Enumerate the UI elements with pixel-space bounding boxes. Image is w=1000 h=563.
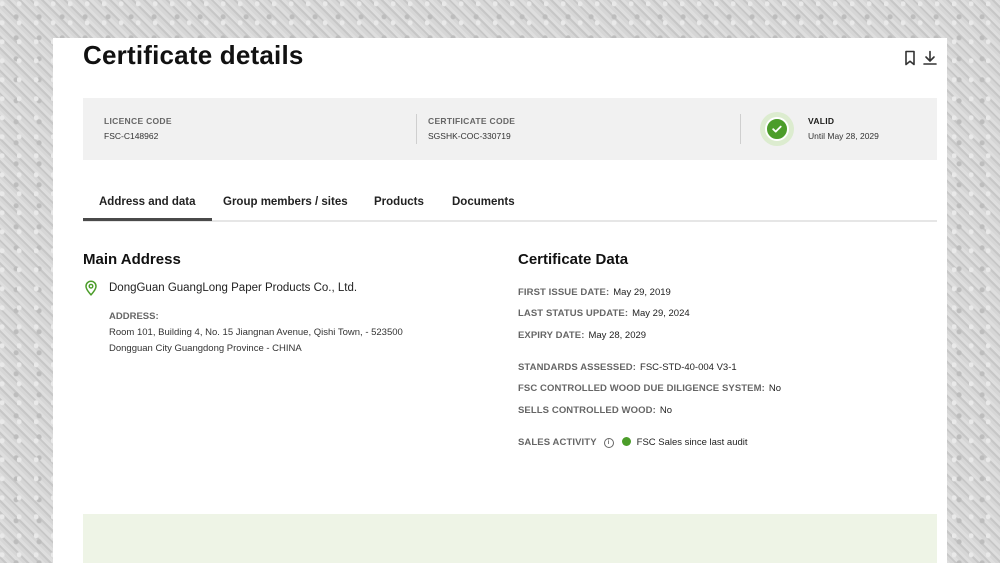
licence-code-value: FSC-C148962: [104, 131, 159, 141]
first-issue-value: May 29, 2019: [613, 287, 671, 298]
main-address-heading: Main Address: [83, 251, 181, 268]
valid-status-badge: [760, 112, 794, 146]
status-dot-icon: [621, 437, 631, 446]
check-icon: [765, 117, 789, 141]
sells-controlled-wood-value: No: [659, 405, 672, 416]
certificate-code-value: SGSHK-COC-330719: [428, 131, 511, 141]
standards-label: STANDARDS ASSESSED:: [518, 362, 637, 373]
controlled-wood-dds-label: FSC CONTROLLED WOOD DUE DILIGENCE SYSTEM…: [518, 383, 765, 394]
address-line-1: Room 101, Building 4, No. 15 Jiangnan Av…: [109, 327, 403, 338]
controlled-wood-dds-row: FSC CONTROLLED WOOD DUE DILIGENCE SYSTEM…: [518, 383, 781, 394]
page-title: Certificate details: [83, 40, 304, 70]
certificate-summary-bar: LICENCE CODE FSC-C148962 CERTIFICATE COD…: [83, 98, 937, 160]
status-until: Until May 28, 2029: [808, 131, 879, 141]
bottom-info-band: [83, 514, 937, 563]
certificate-code-label: CERTIFICATE CODE: [428, 116, 516, 126]
info-icon[interactable]: i: [603, 438, 614, 448]
certificate-card: Certificate details LICENCE CODE FSC-C14…: [53, 38, 947, 563]
last-status-label: LAST STATUS UPDATE:: [518, 308, 629, 319]
expiry-row: EXPIRY DATE: May 28, 2029: [518, 330, 646, 341]
location-pin-icon: [84, 280, 98, 296]
licence-code-label: LICENCE CODE: [104, 116, 172, 126]
summary-divider: [740, 114, 741, 144]
sells-controlled-wood-row: SELLS CONTROLLED WOOD: No: [518, 405, 672, 416]
standards-row: STANDARDS ASSESSED: FSC-STD-40-004 V3-1: [518, 362, 737, 373]
licence-code-block: LICENCE CODE FSC-C148962: [104, 116, 172, 141]
status-label: VALID: [808, 116, 835, 126]
controlled-wood-dds-value: No: [768, 383, 782, 394]
tab-address-and-data[interactable]: Address and data: [83, 196, 211, 221]
standards-value: FSC-STD-40-004 V3-1: [640, 362, 737, 373]
address-label: ADDRESS:: [109, 311, 159, 322]
expiry-value: May 28, 2029: [588, 330, 647, 341]
tab-group-members-sites[interactable]: Group members / sites: [223, 196, 348, 208]
expiry-label: EXPIRY DATE:: [518, 330, 585, 341]
download-icon[interactable]: [921, 49, 939, 67]
summary-divider: [416, 114, 417, 144]
first-issue-label: FIRST ISSUE DATE:: [518, 287, 610, 298]
sales-activity-row: SALES ACTIVITY i FSC Sales since last audi…: [518, 437, 748, 448]
company-name: DongGuan GuangLong Paper Products Co., L…: [109, 282, 358, 294]
first-issue-row: FIRST ISSUE DATE: May 29, 2019: [518, 287, 671, 298]
last-status-row: LAST STATUS UPDATE: May 29, 2024: [518, 308, 690, 319]
sales-activity-value: FSC Sales since last audit: [636, 437, 748, 448]
tab-documents[interactable]: Documents: [452, 196, 515, 208]
tab-bar: Address and data Group members / sites P…: [83, 188, 937, 222]
bookmark-icon[interactable]: [901, 49, 919, 67]
last-status-value: May 29, 2024: [632, 308, 690, 319]
tab-products[interactable]: Products: [374, 196, 424, 208]
certificate-code-block: CERTIFICATE CODE SGSHK-COC-330719: [428, 116, 515, 141]
sells-controlled-wood-label: SELLS CONTROLLED WOOD:: [518, 405, 656, 416]
certificate-data-heading: Certificate Data: [518, 251, 629, 268]
status-block: VALID Until May 28, 2029: [808, 116, 879, 141]
address-line-2: Dongguan City Guangdong Province - CHINA: [109, 343, 302, 354]
sales-activity-label: SALES ACTIVITY: [518, 437, 597, 448]
